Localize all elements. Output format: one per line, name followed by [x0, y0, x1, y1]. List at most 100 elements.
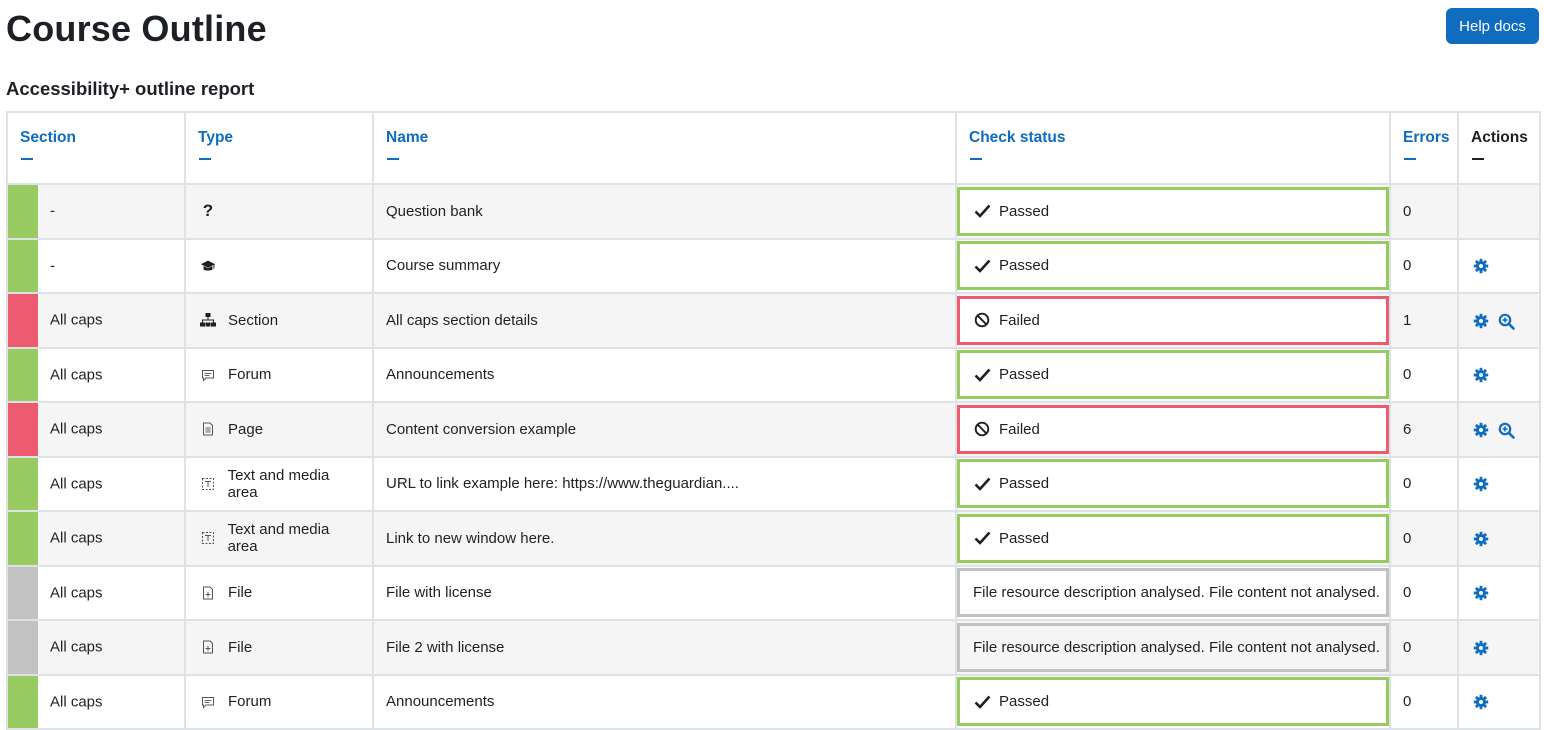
errors-cell: 0: [1389, 455, 1459, 512]
status-box: Passed: [957, 350, 1389, 400]
check-status-cell: Failed: [955, 292, 1391, 349]
collapse-section-icon[interactable]: [21, 158, 33, 160]
forum-icon: [200, 367, 216, 383]
item-name: File 2 with license: [386, 638, 505, 656]
sort-link-type[interactable]: Type: [198, 129, 233, 146]
check-icon: [973, 257, 991, 275]
collapse-name-icon[interactable]: [387, 158, 399, 160]
settings-gear-icon[interactable]: [1473, 640, 1489, 656]
collapse-type-icon[interactable]: [199, 158, 211, 160]
status-color-bar: [8, 566, 38, 619]
page-icon: [200, 421, 216, 437]
sort-link-name[interactable]: Name: [386, 129, 428, 146]
column-header-actions: Actions: [1457, 111, 1541, 185]
section-cell: All caps: [6, 564, 186, 621]
table-row: All caps Text and media area Link to new…: [6, 510, 1541, 567]
zoom-icon[interactable]: [1498, 313, 1515, 330]
item-name: Link to new window here.: [386, 529, 555, 547]
section-label: All caps: [50, 584, 103, 602]
section-label: All caps: [50, 475, 103, 493]
type-cell: Text and media area: [184, 510, 374, 567]
section-label: All caps: [50, 529, 103, 547]
section-cell: All caps: [6, 455, 186, 512]
item-name: Announcements: [386, 366, 495, 384]
sort-link-check-status[interactable]: Check status: [969, 129, 1065, 146]
errors-cell: 0: [1389, 564, 1459, 621]
actions-cell: [1457, 455, 1541, 512]
section-label: All caps: [50, 638, 103, 656]
section-cell: -: [6, 237, 186, 294]
name-cell: Course summary: [372, 237, 957, 294]
sitemap-icon: [200, 312, 216, 328]
check-icon: [973, 475, 991, 493]
actions-cell: [1457, 564, 1541, 621]
status-color-bar: [8, 348, 38, 401]
status-box: Passed: [957, 459, 1389, 509]
item-name: Announcements: [386, 693, 495, 711]
column-header-errors[interactable]: Errors: [1389, 111, 1459, 185]
settings-gear-icon[interactable]: [1473, 531, 1489, 547]
ban-icon: [973, 311, 991, 329]
item-name: Question bank: [386, 202, 483, 220]
page-title: Course Outline: [6, 8, 267, 49]
type-label: Page: [228, 420, 264, 438]
table-row: All caps Section All caps section detail…: [6, 292, 1541, 349]
table-row: - Course summary Passed 0: [6, 237, 1541, 294]
name-cell: Content conversion example: [372, 401, 957, 458]
status-text: Passed: [999, 366, 1050, 384]
actions-cell: [1457, 183, 1541, 240]
actions-cell: [1457, 237, 1541, 294]
collapse-errors-icon[interactable]: [1404, 158, 1416, 160]
section-label: All caps: [50, 311, 103, 329]
status-text: File resource description analysed. File…: [973, 584, 1380, 602]
settings-gear-icon[interactable]: [1473, 258, 1489, 274]
error-count: 0: [1403, 529, 1412, 547]
help-docs-button[interactable]: Help docs: [1446, 8, 1539, 44]
type-cell: Page: [184, 401, 374, 458]
file-icon: [200, 585, 216, 601]
check-status-cell: File resource description analysed. File…: [955, 619, 1391, 676]
table-row: All caps Forum Announcements Passed 0: [6, 346, 1541, 403]
type-label: Text and media area: [227, 466, 330, 501]
graduation-cap-icon: [200, 258, 216, 274]
sort-link-section[interactable]: Section: [20, 129, 76, 146]
status-text: Failed: [999, 311, 1040, 329]
name-cell: Announcements: [372, 673, 957, 730]
column-header-check-status[interactable]: Check status: [955, 111, 1391, 185]
table-row: All caps File File 2 with license File r…: [6, 619, 1541, 676]
errors-cell: 1: [1389, 292, 1459, 349]
type-cell: Forum: [184, 346, 374, 403]
actions-header-label: Actions: [1471, 129, 1528, 146]
status-text: Passed: [999, 529, 1050, 547]
check-status-cell: File resource description analysed. File…: [955, 564, 1391, 621]
actions-cell: [1457, 510, 1541, 567]
item-name: File with license: [386, 584, 492, 602]
name-cell: Announcements: [372, 346, 957, 403]
settings-gear-icon[interactable]: [1473, 585, 1489, 601]
actions-cell: [1457, 401, 1541, 458]
text-media-icon: [200, 530, 216, 546]
zoom-icon[interactable]: [1498, 422, 1515, 439]
name-cell: File 2 with license: [372, 619, 957, 676]
name-cell: All caps section details: [372, 292, 957, 349]
check-status-cell: Passed: [955, 346, 1391, 403]
column-header-type[interactable]: Type: [184, 111, 374, 185]
check-status-cell: Passed: [955, 183, 1391, 240]
status-text: File resource description analysed. File…: [973, 638, 1380, 656]
type-cell: Text and media area: [184, 455, 374, 512]
column-header-name[interactable]: Name: [372, 111, 957, 185]
collapse-actions-icon[interactable]: [1472, 158, 1484, 160]
type-label: Forum: [228, 366, 272, 384]
collapse-check-status-icon[interactable]: [970, 158, 982, 160]
table-row: All caps File File with license File res…: [6, 564, 1541, 621]
column-header-section[interactable]: Section: [6, 111, 186, 185]
settings-gear-icon[interactable]: [1473, 422, 1489, 438]
type-label: Text and media area: [227, 521, 330, 556]
settings-gear-icon[interactable]: [1473, 313, 1489, 329]
sort-link-errors[interactable]: Errors: [1403, 129, 1450, 146]
settings-gear-icon[interactable]: [1473, 476, 1489, 492]
settings-gear-icon[interactable]: [1473, 694, 1489, 710]
settings-gear-icon[interactable]: [1473, 367, 1489, 383]
name-cell: URL to link example here: https://www.th…: [372, 455, 957, 512]
name-cell: Link to new window here.: [372, 510, 957, 567]
